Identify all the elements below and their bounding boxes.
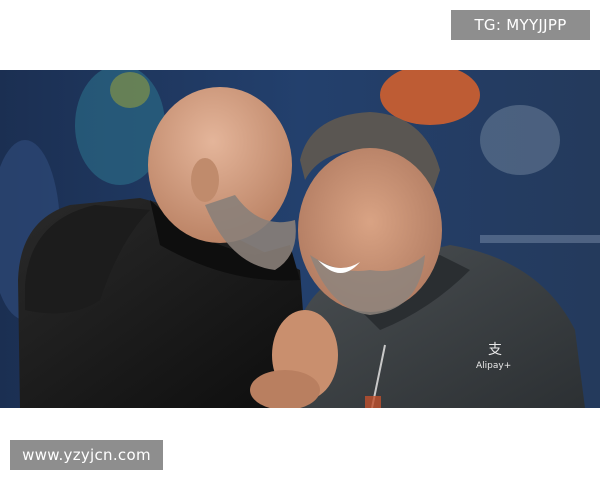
left-man-ear	[191, 158, 219, 202]
jacket-badge	[365, 396, 381, 408]
bg-spectator-yellow	[110, 72, 150, 108]
bg-spectator-light	[480, 105, 560, 175]
jacket-logo-mark: 支	[488, 342, 502, 358]
watermark-bottom: www.yzyjcn.com	[10, 440, 163, 470]
watermark-top: TG: MYYJJPP	[451, 10, 590, 40]
jacket-logo-text: Alipay+	[476, 361, 511, 371]
bg-rail	[480, 235, 600, 243]
photo-image: 支 Alipay+	[0, 70, 600, 408]
